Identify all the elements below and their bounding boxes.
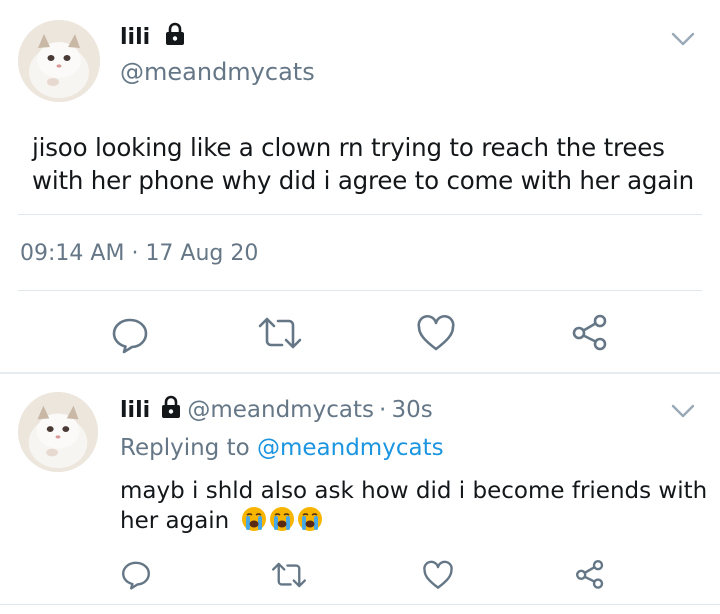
tweet-text: jisoo looking like a clown rn trying to … — [32, 131, 712, 197]
share-icon — [572, 314, 607, 351]
like-button[interactable] — [416, 314, 456, 352]
lock-icon — [164, 22, 186, 52]
chevron-down-icon[interactable] — [670, 30, 696, 52]
share-button[interactable] — [570, 312, 610, 352]
divider — [18, 290, 702, 291]
retweet-button[interactable] — [256, 314, 304, 352]
divider — [0, 372, 720, 374]
separator: · — [131, 241, 139, 266]
divider — [18, 214, 702, 215]
loudly-crying-face-emoji — [297, 507, 322, 531]
loudly-crying-face-emoji — [269, 507, 294, 531]
reply-text: mayb i shld also ask how did i become fr… — [120, 476, 710, 536]
tweet-time: 09:14 AM — [20, 241, 125, 266]
retweet-icon — [258, 317, 302, 349]
tweet-date: 17 Aug 20 — [145, 241, 259, 266]
reply-text-line: mayb i shld also ask how did i become fr… — [120, 478, 708, 504]
heart-icon — [417, 314, 455, 351]
display-name-text[interactable]: lili — [120, 25, 150, 50]
reply-icon — [112, 318, 148, 354]
share-icon — [576, 560, 604, 589]
tweet-text-line: with her phone why did i agree to come w… — [32, 166, 694, 195]
display-name[interactable]: lili — [120, 22, 186, 52]
retweet-button[interactable] — [270, 560, 308, 590]
tweet-timestamp[interactable]: 09:14 AM · 17 Aug 20 — [20, 241, 258, 266]
chevron-down-icon[interactable] — [670, 402, 696, 424]
tweet-age: 30s — [391, 397, 433, 423]
lock-icon — [160, 395, 182, 423]
user-handle[interactable]: @meandmycats — [187, 397, 374, 423]
display-name-text[interactable]: lili — [120, 398, 150, 423]
heart-icon — [423, 560, 453, 589]
user-handle[interactable]: @meandmycats — [120, 58, 315, 86]
like-button[interactable] — [422, 560, 454, 590]
reply-header: lili @meandmycats · 30s — [120, 395, 433, 423]
share-button[interactable] — [574, 558, 606, 590]
reply-text-line: her again — [120, 508, 230, 534]
reply-icon — [122, 561, 150, 590]
loudly-crying-face-emoji — [241, 507, 266, 531]
divider — [0, 604, 720, 605]
separator: · — [379, 397, 387, 423]
tweet-text-line: jisoo looking like a clown rn trying to … — [32, 133, 665, 162]
replying-prefix: Replying to — [120, 435, 250, 461]
reply-button[interactable] — [120, 558, 152, 590]
replying-handle-link[interactable]: @meandmycats — [257, 435, 444, 461]
avatar[interactable] — [18, 392, 98, 472]
retweet-icon — [272, 562, 306, 588]
emoji-group — [241, 507, 325, 534]
avatar[interactable] — [18, 20, 100, 102]
replying-to: Replying to @meandmycats — [120, 435, 444, 461]
reply-button[interactable] — [110, 314, 150, 354]
